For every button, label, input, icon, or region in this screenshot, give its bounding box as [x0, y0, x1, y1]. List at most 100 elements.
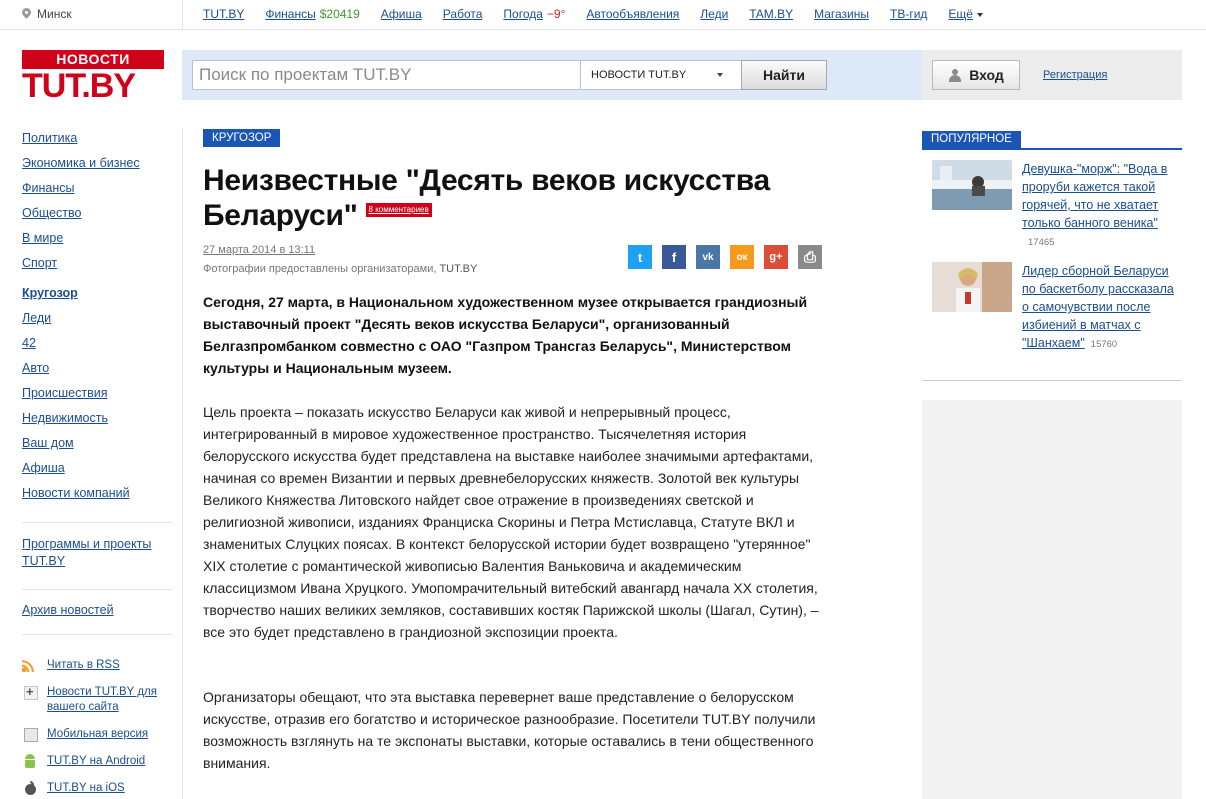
chevron-down-icon — [717, 73, 723, 77]
logo-wordmark: TUT.BY — [22, 67, 136, 105]
sidebar-item-afisha[interactable]: Афиша — [22, 460, 172, 485]
topnav-tamby[interactable]: TAM.BY — [749, 7, 793, 21]
sidebar-divider — [22, 522, 172, 523]
topnav-auto[interactable]: Автообъявления — [586, 7, 679, 21]
photo-credit-source[interactable]: TUT.BY — [439, 263, 477, 275]
article-rubric-tag[interactable]: КРУГОЗОР — [203, 129, 281, 147]
sidebar-divider — [22, 589, 172, 590]
odnoklassniki-icon[interactable]: ок — [730, 245, 754, 269]
plus-icon — [22, 684, 38, 700]
popular-item-text: Девушка-"морж": "Вода в проруби кажется … — [1022, 160, 1180, 252]
topnav-afisha[interactable]: Афиша — [381, 7, 422, 21]
popular-thumbnail[interactable] — [932, 160, 1012, 210]
register-link[interactable]: Регистрация — [1043, 69, 1107, 81]
sidebar-item-sport[interactable]: Спорт — [22, 255, 172, 280]
login-label: Вход — [969, 67, 1004, 83]
topnav-weather[interactable]: Погода −9° — [503, 7, 565, 21]
sidebar-item-incidents[interactable]: Происшествия — [22, 385, 172, 410]
comments-count-badge[interactable]: 8 комментариев — [365, 203, 432, 218]
popular-divider — [922, 380, 1182, 381]
apple-icon — [22, 781, 38, 795]
service-rss[interactable]: Читать в RSS — [22, 658, 120, 673]
topnav-tutby[interactable]: TUT.BY — [203, 7, 244, 21]
article-paragraph: Организаторы обещают, что эта выставка п… — [203, 689, 816, 771]
topnav-more[interactable]: Ещё — [948, 7, 983, 21]
service-mobile-label: Мобильная версия — [47, 728, 149, 740]
service-widget[interactable]: Новости TUT.BY для вашего сайта — [22, 684, 172, 715]
sidebar-item-auto[interactable]: Авто — [22, 360, 172, 385]
search-bar: НОВОСТИ TUT.BY Найти — [182, 50, 922, 100]
article-title-text: Неизвестные "Десять веков искусства Бела… — [203, 164, 770, 232]
search-input[interactable] — [192, 60, 581, 90]
article-date[interactable]: 27 марта 2014 в 13:11 — [203, 244, 315, 256]
android-icon — [22, 754, 38, 768]
sidebar-item-economy[interactable]: Экономика и бизнес — [22, 155, 172, 180]
article-paragraph: Цель проекта – показать искусство Белару… — [203, 404, 819, 640]
sidebar-programs-link[interactable]: Программы и проекты TUT.BY — [22, 536, 172, 570]
service-ios-label: TUT.BY на iOS — [47, 782, 125, 794]
topnav-shops[interactable]: Магазины — [814, 7, 869, 21]
topnav-finance[interactable]: Финансы $20419 — [265, 7, 359, 21]
popular-item-views: 17465 — [1028, 237, 1055, 248]
top-bar: Минск TUT.BY Финансы $20419 Афиша Работа … — [0, 0, 1206, 30]
sidebar-archive-link[interactable]: Архив новостей — [22, 603, 114, 617]
login-button[interactable]: Вход — [932, 60, 1020, 90]
topnav-weather-temp: −9° — [546, 7, 566, 21]
search-scope-select[interactable]: НОВОСТИ TUT.BY — [580, 60, 742, 90]
vkontakte-icon[interactable]: vk — [696, 245, 720, 269]
sidebar-item-company-news[interactable]: Новости компаний — [22, 485, 172, 510]
topnav-finance-label: Финансы — [265, 7, 316, 21]
service-android-label: TUT.BY на Android — [47, 755, 146, 767]
top-divider — [182, 0, 183, 30]
sidebar-divider — [22, 634, 172, 635]
search-button[interactable]: Найти — [741, 60, 827, 90]
column-divider — [182, 128, 183, 799]
service-widget-label: Новости TUT.BY для вашего сайта — [47, 686, 157, 713]
sidebar-item-krugozor[interactable]: Кругозор — [22, 280, 172, 310]
sidebar-item-ladies[interactable]: Леди — [22, 310, 172, 335]
popular-item-link[interactable]: Лидер сборной Беларуси по баскетболу рас… — [1022, 264, 1174, 350]
service-ios[interactable]: TUT.BY на iOS — [22, 781, 125, 796]
sidebar-item-42[interactable]: 42 — [22, 335, 172, 360]
popular-tag: ПОПУЛЯРНОЕ — [922, 131, 1021, 148]
topnav-finance-rate: $20419 — [319, 7, 360, 21]
site-logo[interactable]: НОВОСТИ TUT.BY — [22, 50, 164, 105]
service-android[interactable]: TUT.BY на Android — [22, 754, 145, 769]
city-label: Минск — [37, 7, 72, 21]
facebook-icon[interactable]: f — [662, 245, 686, 269]
city-selector[interactable]: Минск — [22, 7, 72, 21]
user-icon — [948, 68, 962, 82]
share-buttons: t f vk ок g+ ⎙ — [628, 245, 822, 269]
topnav-weather-label: Погода — [503, 7, 543, 21]
sidebar-item-world[interactable]: В мире — [22, 230, 172, 255]
popular-item-link[interactable]: Девушка-"морж": "Вода в проруби кажется … — [1022, 162, 1167, 230]
topnav-ladies[interactable]: Леди — [700, 7, 728, 21]
service-rss-label: Читать в RSS — [47, 659, 120, 671]
popular-list: Девушка-"морж": "Вода в проруби кажется … — [922, 148, 1182, 381]
google-plus-icon[interactable]: g+ — [764, 245, 788, 269]
photo-credit-text: Фотографии предоставлены организаторами, — [203, 263, 437, 275]
popular-thumbnail[interactable] — [932, 262, 1012, 312]
sidebar-item-realty[interactable]: Недвижимость — [22, 410, 172, 435]
article-lead: Сегодня, 27 марта, в Национальном художе… — [203, 294, 808, 376]
popular-item-views: 15760 — [1090, 339, 1118, 350]
photo-credit: Фотографии предоставлены организаторами,… — [203, 263, 477, 275]
topnav-tvguide[interactable]: ТВ-гид — [890, 7, 927, 21]
topnav-jobs[interactable]: Работа — [443, 7, 483, 21]
search-scope-value: НОВОСТИ TUT.BY — [591, 69, 687, 81]
sidebar-item-society[interactable]: Общество — [22, 205, 172, 230]
mobile-icon — [22, 727, 38, 742]
sidebar-item-politics[interactable]: Политика — [22, 130, 172, 155]
location-pin-icon — [22, 8, 31, 20]
popular-item-text: Лидер сборной Беларуси по баскетболу рас… — [1022, 262, 1180, 354]
service-mobile[interactable]: Мобильная версия — [22, 727, 148, 742]
article-title: Неизвестные "Десять веков искусства Бела… — [203, 163, 843, 233]
login-area: Вход Регистрация — [922, 50, 1182, 100]
sidebar-item-finance[interactable]: Финансы — [22, 180, 172, 205]
print-icon[interactable]: ⎙ — [798, 245, 822, 269]
top-nav: TUT.BY Финансы $20419 Афиша Работа Погода… — [203, 7, 1004, 21]
ad-placeholder — [922, 400, 1182, 799]
twitter-icon[interactable]: t — [628, 245, 652, 269]
sidebar-item-home[interactable]: Ваш дом — [22, 435, 172, 460]
sidebar-nav: Политика Экономика и бизнес Финансы Обще… — [22, 130, 172, 510]
